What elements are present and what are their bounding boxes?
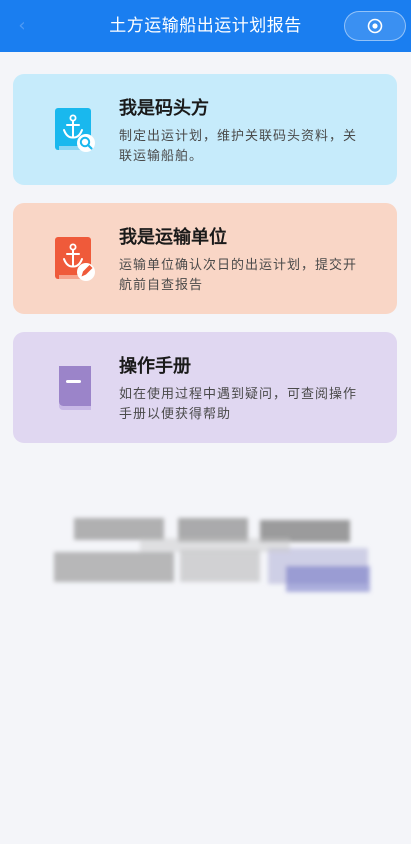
manual-card[interactable]: 操作手册 如在使用过程中遇到疑问，可查阅操作手册以便获得帮助 [13,332,397,443]
card-description: 制定出运计划，维护关联码头资料，关联运输船舶。 [119,129,358,164]
book-icon [59,366,91,410]
card-title: 操作手册 [119,356,191,377]
anchor-search-icon [55,108,95,152]
card-description: 如在使用过程中遇到疑问，可查阅操作手册以便获得帮助 [119,387,358,422]
dock-role-card[interactable]: 我是码头方 制定出运计划，维护关联码头资料，关联运输船舶。 [13,74,397,185]
card-description: 运输单位确认次日的出运计划，提交开航前自查报告 [119,258,358,293]
transport-unit-role-card[interactable]: 我是运输单位 运输单位确认次日的出运计划，提交开航前自查报告 [13,203,397,314]
card-title: 我是码头方 [119,98,209,119]
mini-program-capsule-button[interactable] [344,11,406,41]
card-title: 我是运输单位 [119,227,227,248]
target-icon [367,18,383,34]
navigation-bar: ‹ 土方运输船出运计划报告 [0,0,411,52]
redacted-scribble [54,518,370,592]
anchor-edit-icon [55,237,95,281]
